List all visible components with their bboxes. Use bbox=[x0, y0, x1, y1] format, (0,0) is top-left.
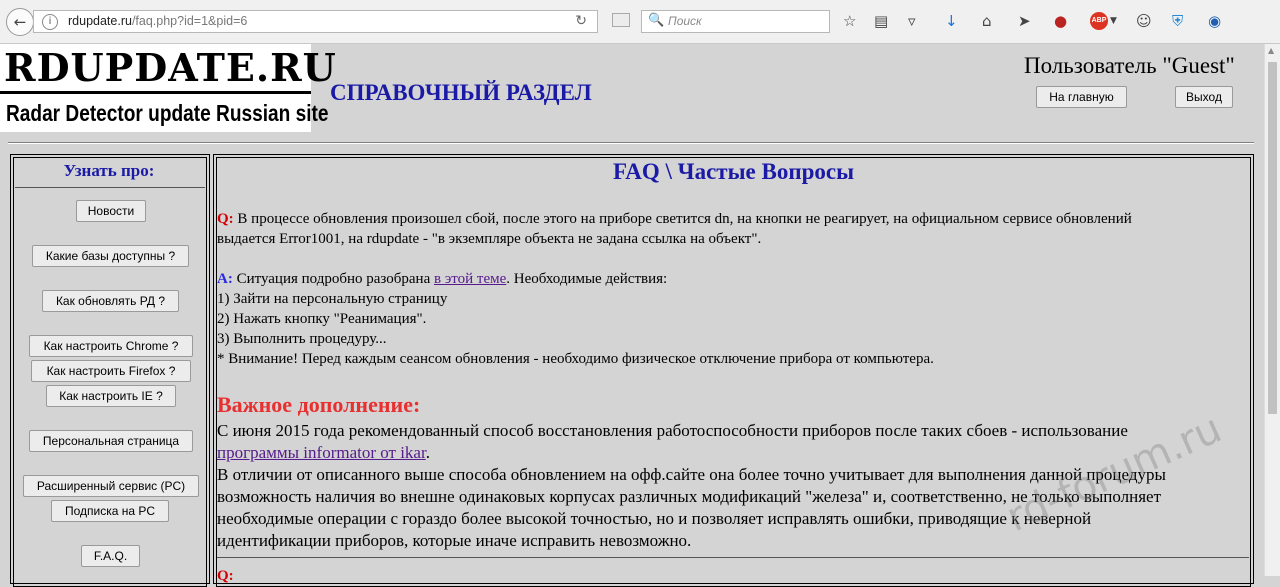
question-marker: Q: bbox=[217, 568, 234, 584]
reading-list-icon[interactable]: ▤ bbox=[874, 12, 888, 30]
important-line-5: необходимые операции с гораздо более выс… bbox=[217, 509, 1092, 528]
step-1: 1) Зайти на персональную страницу bbox=[217, 291, 448, 307]
next-question: Q: bbox=[217, 566, 234, 586]
sidebar-item-extended-service[interactable]: Расширенный сервис (PC) bbox=[23, 475, 199, 497]
search-icon: 🔍 bbox=[648, 13, 665, 28]
question-line-1: Q: В процессе обновления произошел сбой,… bbox=[217, 211, 1132, 227]
user-label: Пользователь "Guest" bbox=[1024, 53, 1235, 78]
shield-icon[interactable]: ⛨ bbox=[1172, 12, 1183, 30]
informator-link[interactable]: программы informator от ikar bbox=[217, 443, 426, 462]
search-placeholder: Поиск bbox=[668, 14, 702, 28]
answer-intro: A: Ситуация подробно разобрана в этой те… bbox=[217, 271, 668, 287]
logo-subtitle: Radar Detector update Russian site bbox=[6, 100, 329, 126]
info-icon[interactable]: i bbox=[42, 14, 58, 30]
site-logo[interactable]: RDUPDATE.RU Radar Detector update Russia… bbox=[0, 44, 336, 132]
sidebar-item-setup-firefox[interactable]: Как настроить Firefox ? bbox=[31, 360, 191, 382]
faq-title: FAQ \ Частые Вопросы bbox=[612, 159, 855, 184]
question-line-2: выдается Error1001, на rdupdate - "в экз… bbox=[217, 231, 762, 247]
sidebar-item-news[interactable]: Новости bbox=[76, 200, 146, 222]
browser-toolbar: ← i rdupdate.ru/faq.php?id=1&pid=6 ↻ 🔍 П… bbox=[0, 0, 1280, 44]
send-icon[interactable]: ➤ bbox=[1018, 12, 1031, 30]
url-path: /faq.php?id=1&pid=6 bbox=[131, 14, 248, 28]
address-bar[interactable]: i rdupdate.ru/faq.php?id=1&pid=6 ↻ bbox=[33, 10, 598, 33]
vertical-scrollbar[interactable]: ▲ bbox=[1264, 44, 1280, 576]
smiley-icon[interactable]: ☺ bbox=[1136, 12, 1152, 30]
reload-icon[interactable]: ↻ bbox=[575, 13, 587, 29]
bookmark-star-icon[interactable]: ☆ bbox=[843, 12, 856, 30]
back-arrow-icon[interactable]: ← bbox=[6, 8, 34, 36]
section-title: СПРАВОЧНЫЙ РАЗДЕЛ bbox=[330, 80, 592, 105]
url-host: rdupdate.ru bbox=[68, 14, 132, 28]
sidebar-item-subscription[interactable]: Подписка на PC bbox=[51, 500, 169, 522]
sidebar-item-faq[interactable]: F.A.Q. bbox=[81, 545, 140, 567]
important-title: Важное дополнение: bbox=[217, 392, 421, 417]
sidebar-item-databases[interactable]: Какие базы доступны ? bbox=[32, 245, 189, 267]
sidebar-item-setup-chrome[interactable]: Как настроить Chrome ? bbox=[29, 335, 193, 357]
scroll-thumb[interactable] bbox=[1268, 62, 1277, 414]
scroll-up-icon[interactable]: ▲ bbox=[1268, 46, 1274, 55]
download-arrow-icon[interactable]: ↓ bbox=[945, 12, 958, 30]
chevron-down-icon[interactable]: ▼ bbox=[1110, 12, 1117, 30]
topic-link[interactable]: в этой теме bbox=[434, 271, 506, 287]
warning-note: * Внимание! Перед каждым сеансом обновле… bbox=[217, 351, 934, 367]
question-marker: Q: bbox=[217, 211, 234, 227]
sidebar-divider bbox=[15, 187, 205, 188]
important-link-line: программы informator от ikar. bbox=[217, 443, 430, 462]
header-divider bbox=[8, 142, 1254, 144]
important-line-3: В отличии от описанного выше способа обн… bbox=[217, 465, 1166, 484]
mail-icon[interactable] bbox=[612, 13, 630, 27]
page-content: RDUPDATE.RU Radar Detector update Russia… bbox=[0, 44, 1264, 587]
sidebar-item-setup-ie[interactable]: Как настроить IE ? bbox=[46, 385, 176, 407]
logo-title: RDUPDATE.RU bbox=[4, 45, 337, 90]
logo-divider bbox=[0, 91, 311, 94]
pocket-icon[interactable]: ▿ bbox=[908, 12, 916, 30]
adblock-icon[interactable]: ABP bbox=[1090, 12, 1108, 30]
url-text: rdupdate.ru/faq.php?id=1&pid=6 bbox=[68, 14, 247, 28]
sidebar-title: Узнать про: bbox=[63, 161, 155, 180]
sidebar-item-how-to-update[interactable]: Как обновлять РД ? bbox=[42, 290, 179, 312]
step-3: 3) Выполнить процедуру... bbox=[217, 331, 387, 347]
faq-divider bbox=[217, 557, 1249, 558]
search-bar[interactable]: 🔍 Поиск bbox=[641, 10, 830, 33]
answer-marker: A: bbox=[217, 271, 233, 287]
logout-button[interactable]: Выход bbox=[1175, 86, 1233, 108]
home-icon[interactable]: ⌂ bbox=[982, 12, 992, 30]
important-line-1: С июня 2015 года рекомендованный способ … bbox=[217, 421, 1128, 440]
sidebar-item-personal-page[interactable]: Персональная страница bbox=[29, 430, 193, 452]
step-2: 2) Нажать кнопку "Реанимация". bbox=[217, 311, 427, 327]
important-line-6: идентификации приборов, которые иначе ис… bbox=[217, 531, 692, 550]
home-button[interactable]: На главную bbox=[1036, 86, 1127, 108]
extension-s-icon[interactable]: ● bbox=[1054, 12, 1067, 30]
chat-icon[interactable]: ◉ bbox=[1208, 12, 1221, 30]
